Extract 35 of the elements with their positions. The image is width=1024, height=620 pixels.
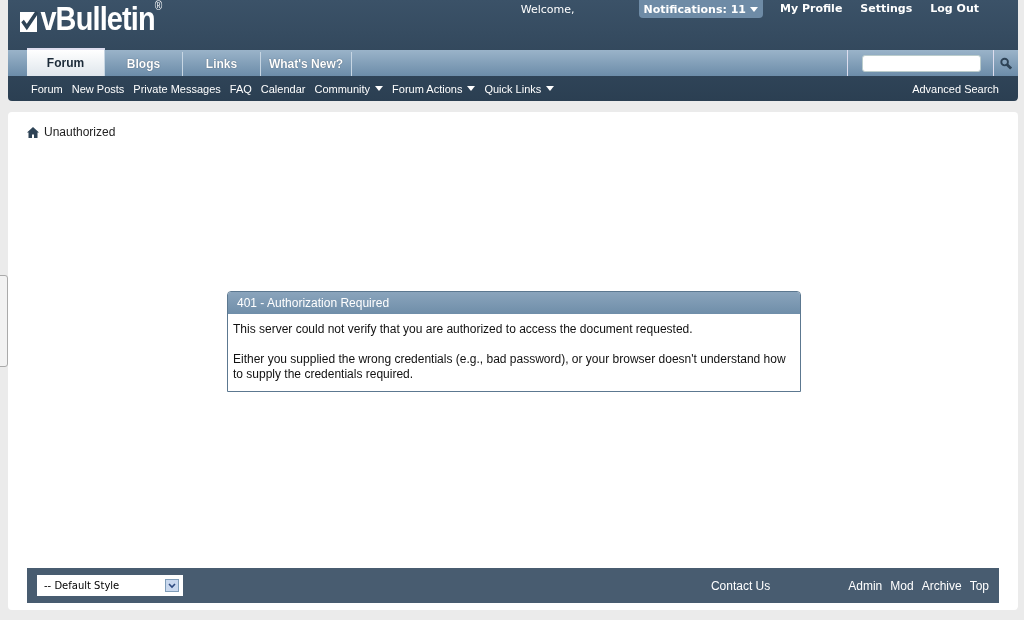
logo-check-icon <box>20 10 39 32</box>
search-icon <box>1000 56 1012 70</box>
subnav-link[interactable]: New Posts <box>71 82 125 95</box>
caret-icon <box>467 86 476 91</box>
subnav-link[interactable]: FAQ <box>229 82 252 95</box>
user-link[interactable]: My Profile <box>770 1 852 17</box>
subnav-link[interactable]: Forum Actions <box>392 82 476 95</box>
error-title: 401 - Authorization Required <box>228 292 800 314</box>
logo[interactable]: vBulletin$^{®}$ <box>20 0 162 38</box>
error-message: Either you supplied the wrong credentials (e.g., bad password), or your browser doesn't understand how to supply the credentials required. <box>233 352 787 382</box>
home-icon[interactable] <box>27 126 39 138</box>
user-link[interactable]: Settings <box>851 1 922 17</box>
footer-link[interactable]: Admin <box>848 578 883 593</box>
notifications-button[interactable]: Notifications: 11 <box>638 0 763 18</box>
welcome-text: Welcome, <box>520 2 575 16</box>
footer-link[interactable]: Contact Us <box>710 578 771 593</box>
footer-link[interactable]: Archive <box>921 578 962 593</box>
subnav-link[interactable]: Calendar <box>260 82 306 95</box>
breadcrumb-text: Unauthorized <box>44 125 116 139</box>
footer-link[interactable]: Mod <box>890 578 914 593</box>
caret-icon <box>375 86 384 91</box>
style-select[interactable]: -- Default Style <box>37 575 183 596</box>
error-message: This server could not verify that you are authorized to access the document requested. <box>233 322 694 337</box>
advanced-search-link[interactable]: Advanced Search <box>912 82 999 95</box>
search-field[interactable] <box>862 54 981 72</box>
nav-tab[interactable]: Forum <box>27 48 105 76</box>
footer-link[interactable]: Top <box>969 578 989 593</box>
subnav-link[interactable]: Forum <box>31 82 63 95</box>
dropdown-icon <box>165 579 179 592</box>
subnav-link[interactable]: Community <box>314 82 384 95</box>
caret-icon <box>749 6 758 12</box>
subnav-link[interactable]: Private Messages <box>133 82 221 95</box>
user-link[interactable]: Log Out <box>921 1 988 17</box>
caret-icon <box>546 86 555 91</box>
subnav-link[interactable]: Quick Links <box>484 82 555 95</box>
